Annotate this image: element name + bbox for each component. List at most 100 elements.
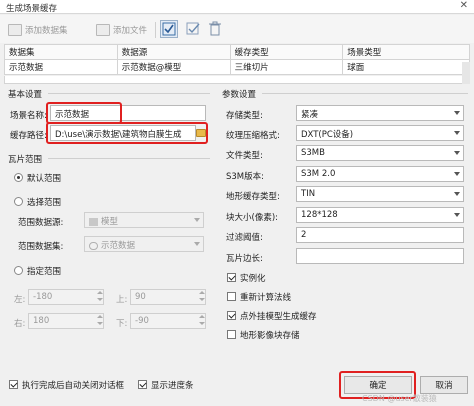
highlight-cache-path [46, 122, 208, 144]
table-header-row: 数据集 数据源 缓存类型 场景类型 [4, 44, 470, 60]
recompute-normals-label: 重新计算法线 [240, 293, 292, 303]
basic-section-line [48, 93, 210, 94]
default-range-radio[interactable] [14, 173, 23, 182]
right-label: 右: [14, 319, 26, 329]
block-size-label: 块大小(像素): [226, 213, 278, 223]
chevron-down-icon [454, 111, 460, 115]
storage-type-combo[interactable]: 紧凑 [296, 105, 464, 121]
chevron-down-icon [194, 242, 200, 246]
auto-close-checkbox[interactable] [9, 380, 18, 389]
chevron-down-icon [194, 218, 200, 222]
column-header: 场景类型 [342, 44, 470, 60]
params-section-title: 参数设置 [222, 90, 257, 100]
range-datasource-combo[interactable]: 模型 [84, 212, 204, 228]
tile-side-input[interactable] [296, 248, 464, 264]
toolbar: 添加数据集 添加文件 [0, 15, 474, 43]
filter-threshold-label: 过滤阈值: [226, 233, 263, 243]
bottom-spinner[interactable] [198, 314, 206, 328]
storage-type-value: 紧凑 [301, 110, 319, 120]
toolbar-separator [155, 22, 156, 38]
add-file-label: 添加文件 [113, 26, 148, 36]
show-progress-label: 显示进度条 [151, 381, 194, 391]
left-label: 左: [14, 295, 26, 305]
top-spinner[interactable] [198, 290, 206, 304]
chevron-down-icon [454, 172, 460, 176]
add-file-icon [96, 24, 110, 36]
recompute-normals-checkbox[interactable] [227, 292, 236, 301]
invert-select-button[interactable] [186, 20, 202, 38]
right-spinner[interactable] [96, 314, 104, 328]
select-all-icon [162, 22, 176, 36]
table-cell: 三维切片 [229, 59, 344, 75]
chevron-down-icon [454, 192, 460, 196]
file-type-combo[interactable]: S3MB [296, 145, 464, 161]
bottom-input[interactable]: -90 [130, 313, 206, 329]
invert-select-icon [186, 22, 200, 35]
highlight-scene-name [46, 102, 122, 124]
block-size-value: 128*128 [301, 210, 338, 220]
right-input[interactable]: 180 [28, 313, 104, 329]
point-external-model-checkbox[interactable] [227, 311, 236, 320]
specify-range-label: 指定范围 [27, 267, 62, 277]
s3m-version-label: S3M版本: [226, 172, 265, 182]
tile-range-section-title: 瓦片范围 [8, 155, 43, 165]
range-dataset-value: 示范数据 [101, 241, 136, 251]
column-header: 数据源 [116, 44, 231, 60]
add-dataset-button[interactable]: 添加数据集 [8, 21, 68, 39]
basic-section-title: 基本设置 [8, 90, 43, 100]
add-dataset-icon [8, 24, 22, 36]
default-range-label: 默认范围 [27, 174, 62, 184]
s3m-version-combo[interactable]: S3M 2.0 [296, 166, 464, 182]
table-empty-area [4, 76, 470, 84]
point-external-model-label: 点外挂模型生成缓存 [240, 312, 317, 322]
range-dataset-label: 范围数据集: [18, 242, 64, 252]
bottom-label: 下: [116, 319, 128, 329]
left-input[interactable]: -180 [28, 289, 104, 305]
range-datasource-label: 范围数据源: [18, 218, 64, 228]
select-all-button[interactable] [160, 20, 178, 38]
table-row[interactable]: 示范数据 示范数据@模型 三维切片 球面 [4, 59, 470, 75]
left-spinner[interactable] [96, 290, 104, 304]
watermark: CSDN @user散装猿 [362, 394, 437, 403]
scene-name-label: 场景名称: [10, 111, 47, 121]
close-icon[interactable]: ✕ [460, 0, 468, 11]
params-section-line [262, 93, 468, 94]
table-cell: 球面 [342, 59, 470, 75]
terrain-image-block-label: 地形影像块存储 [240, 331, 300, 341]
delete-button[interactable] [208, 20, 222, 38]
tile-range-section-line [48, 158, 210, 159]
chevron-down-icon [454, 213, 460, 217]
specify-range-radio[interactable] [14, 266, 23, 275]
auto-close-label: 执行完成后自动关闭对话框 [22, 381, 125, 391]
dataset-icon [89, 241, 98, 250]
select-range-label: 选择范围 [27, 198, 62, 208]
top-input[interactable]: 90 [130, 289, 206, 305]
instancing-checkbox[interactable] [227, 273, 236, 282]
range-dataset-combo[interactable]: 示范数据 [84, 236, 204, 252]
show-progress-checkbox[interactable] [138, 380, 147, 389]
chevron-down-icon [454, 151, 460, 155]
s3m-version-value: S3M 2.0 [301, 169, 336, 179]
terrain-cache-combo[interactable]: TIN [296, 186, 464, 202]
instancing-label: 实例化 [240, 274, 266, 284]
texture-format-label: 纹理压缩格式: [226, 131, 280, 141]
block-size-combo[interactable]: 128*128 [296, 207, 464, 223]
table-scrollbar[interactable] [462, 62, 470, 84]
select-range-radio[interactable] [14, 197, 23, 206]
datasource-icon [89, 217, 98, 226]
window-title: 生成场景缓存 [6, 4, 58, 14]
trash-icon [209, 21, 221, 36]
range-datasource-value: 模型 [101, 217, 119, 227]
terrain-image-block-checkbox[interactable] [227, 330, 236, 339]
table-cell: 示范数据@模型 [116, 59, 231, 75]
column-header: 缓存类型 [229, 44, 344, 60]
texture-format-combo[interactable]: DXT(PC设备) [296, 125, 464, 141]
storage-type-label: 存储类型: [226, 111, 263, 121]
add-dataset-label: 添加数据集 [25, 26, 68, 36]
filter-threshold-input[interactable]: 2 [296, 227, 464, 243]
add-file-button[interactable]: 添加文件 [96, 21, 147, 39]
cache-path-label: 缓存路径: [10, 131, 47, 141]
cancel-button[interactable]: 取消 [420, 376, 468, 394]
table-cell: 示范数据 [4, 59, 118, 75]
dataset-table: 数据集 数据源 缓存类型 场景类型 示范数据 示范数据@模型 三维切片 球面 [4, 44, 470, 75]
